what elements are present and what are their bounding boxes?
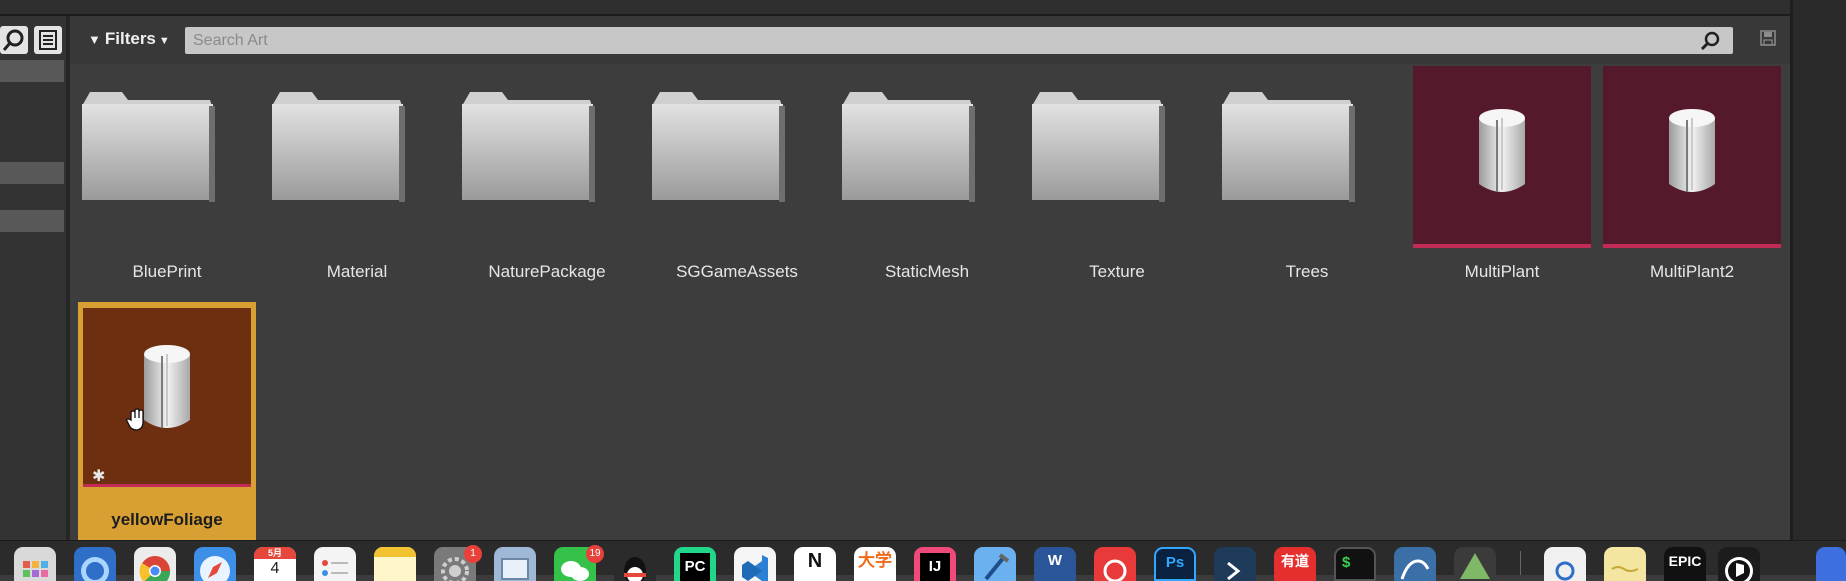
folder-icon xyxy=(842,92,975,202)
folder-icon xyxy=(1032,92,1165,202)
browser-download-icon[interactable] xyxy=(1544,547,1586,581)
filters-button[interactable]: ▼ Filters ▼ xyxy=(88,28,170,50)
asset-thumbnail xyxy=(1413,66,1591,248)
preview-icon[interactable] xyxy=(494,547,536,581)
dictionary-icon[interactable]: 大学 xyxy=(854,547,896,581)
xcode-icon[interactable] xyxy=(974,547,1016,581)
folder-name: SGGameAssets xyxy=(676,262,798,281)
folder-icon xyxy=(82,92,215,202)
asset-name: MultiPlant xyxy=(1464,262,1540,281)
launchpad-icon[interactable] xyxy=(14,547,56,581)
funnel-icon: ▼ xyxy=(88,32,101,47)
sourcetree-icon[interactable] xyxy=(1214,547,1256,581)
folder-name: Trees xyxy=(1285,262,1329,281)
notion-icon[interactable]: N xyxy=(794,547,836,581)
calendar-icon[interactable]: 5月 4 xyxy=(254,547,296,581)
save-search-icon[interactable] xyxy=(1760,29,1776,47)
asset-toolbar: ▼ Filters ▼ xyxy=(70,16,1790,64)
mysql-workbench-icon[interactable] xyxy=(1394,547,1436,581)
static-mesh-icon xyxy=(144,345,190,428)
notes-icon[interactable] xyxy=(374,547,416,581)
search-box[interactable] xyxy=(185,27,1733,54)
photoshop-icon[interactable]: Ps xyxy=(1154,547,1196,581)
notification-badge: 19 xyxy=(586,545,604,563)
youdao-icon[interactable]: 有道 xyxy=(1274,547,1316,581)
asset-tile-selected[interactable]: ✱ yellowFoliage xyxy=(78,302,256,540)
folder-name: Material xyxy=(326,262,388,281)
folder-icon xyxy=(1222,92,1355,202)
folder-tile[interactable]: Trees xyxy=(1218,66,1396,284)
magnifier-icon[interactable] xyxy=(1699,30,1721,52)
filters-label: Filters xyxy=(104,29,156,48)
intellij-icon[interactable]: IJ xyxy=(914,547,956,581)
folder-tree-item[interactable] xyxy=(0,210,64,232)
unity-hub-icon[interactable] xyxy=(1454,547,1496,581)
folder-tree-item[interactable] xyxy=(0,60,64,82)
qq-icon[interactable] xyxy=(614,547,656,581)
folder-name: BluePrint xyxy=(132,262,202,281)
asset-tile[interactable]: MultiPlant2 xyxy=(1603,66,1781,284)
pycharm-icon[interactable]: PC xyxy=(674,547,716,581)
word-icon[interactable]: W xyxy=(1034,547,1076,581)
safari-icon[interactable] xyxy=(194,547,236,581)
search-icon[interactable] xyxy=(0,26,28,54)
asset-name: MultiPlant2 xyxy=(1649,262,1735,281)
stickies-icon[interactable] xyxy=(1604,547,1646,581)
right-scroll-rail[interactable] xyxy=(1790,0,1846,540)
asset-view: ▼Filters▼ BluePrint Material NaturePacka… xyxy=(70,16,1790,540)
terminal-icon[interactable]: $ xyxy=(1334,547,1376,581)
dock-separator xyxy=(1520,551,1521,575)
dock: 5月 4 1 19 PC N 大学 IJ W Ps 有道 $ EPIC xyxy=(0,540,1846,581)
notification-badge: 1 xyxy=(464,545,482,563)
asterisk-icon: ✱ xyxy=(92,468,106,485)
folder-name: StaticMesh xyxy=(884,262,970,281)
folder-tile[interactable]: BluePrint xyxy=(78,66,256,284)
asset-name: yellowFoliage xyxy=(111,510,223,529)
folder-tile[interactable]: StaticMesh xyxy=(838,66,1016,284)
folder-tree-item[interactable] xyxy=(0,162,64,184)
unreal-engine-icon[interactable] xyxy=(1718,547,1760,581)
asset-thumbnail: ✱ xyxy=(83,308,251,487)
asset-thumbnail xyxy=(1603,66,1781,248)
search-input[interactable] xyxy=(193,27,1683,54)
folder-name: NaturePackage xyxy=(488,262,606,281)
screen-recorder-icon[interactable] xyxy=(1816,547,1846,581)
folder-tile[interactable]: Material xyxy=(268,66,446,284)
asset-tile[interactable]: MultiPlant xyxy=(1413,66,1591,284)
folder-icon xyxy=(462,92,595,202)
static-mesh-icon xyxy=(1669,109,1715,192)
hand-cursor-icon xyxy=(126,408,144,431)
window-title-strip xyxy=(0,0,1790,16)
reminders-icon[interactable] xyxy=(314,547,356,581)
finder-icon[interactable] xyxy=(74,547,116,581)
folder-icon xyxy=(652,92,785,202)
folder-icon xyxy=(272,92,405,202)
folder-tile[interactable]: Texture xyxy=(1028,66,1206,284)
folder-name: Texture xyxy=(1089,262,1145,281)
chrome-icon[interactable] xyxy=(134,547,176,581)
static-mesh-icon xyxy=(1479,109,1525,192)
netease-music-icon[interactable] xyxy=(1094,547,1136,581)
epic-games-icon[interactable]: EPIC xyxy=(1664,547,1706,581)
folder-tile[interactable]: NaturePackage xyxy=(458,66,636,284)
chevron-down-icon: ▼ xyxy=(158,35,170,47)
folder-tile[interactable]: SGGameAssets xyxy=(648,66,826,284)
list-icon[interactable] xyxy=(34,26,62,54)
vscode-icon[interactable] xyxy=(734,547,776,581)
sources-panel xyxy=(0,16,70,540)
